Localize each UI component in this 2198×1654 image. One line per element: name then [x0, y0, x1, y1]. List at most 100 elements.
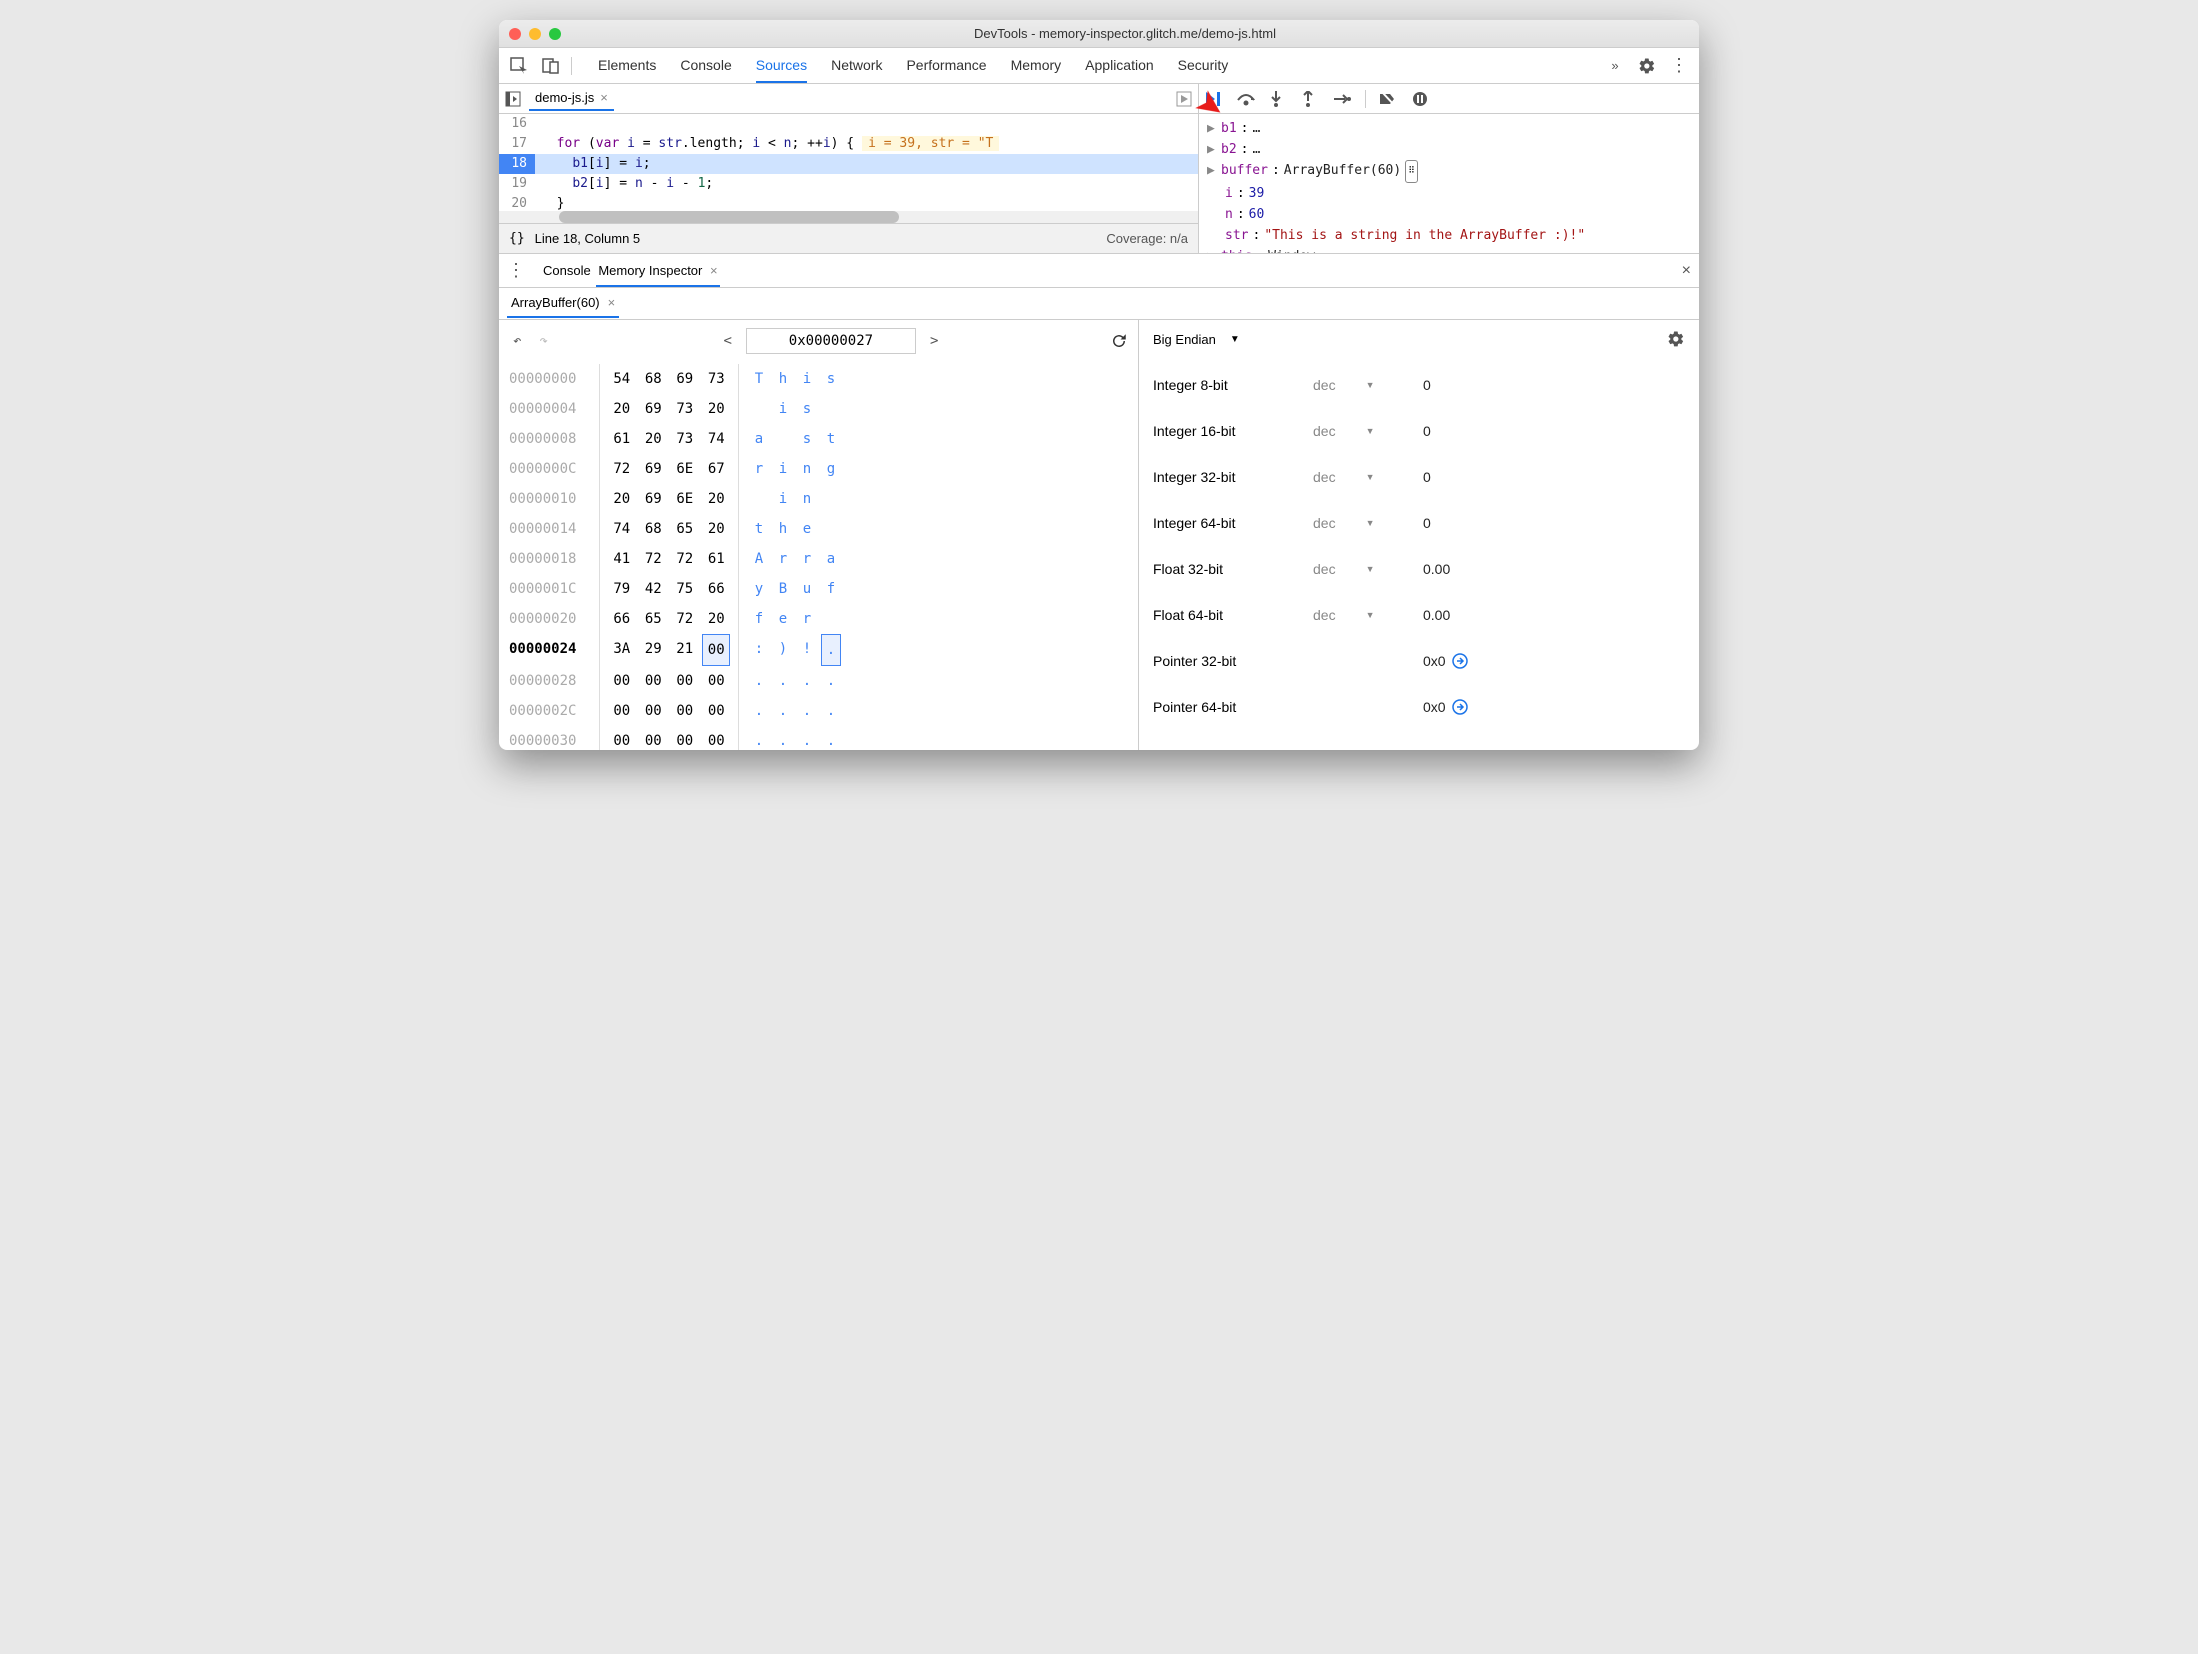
hex-ascii[interactable]: n — [797, 454, 817, 484]
hex-ascii[interactable]: g — [821, 454, 841, 484]
code-line[interactable]: 17 for (var i = str.length; i < n; ++i) … — [499, 134, 1198, 154]
hex-ascii[interactable]: . — [773, 696, 793, 726]
resume-icon[interactable]: ➤ — [1205, 91, 1223, 107]
undo-icon[interactable]: ↶ — [509, 329, 525, 353]
hex-ascii[interactable]: . — [821, 696, 841, 726]
pretty-print-icon[interactable]: {} — [509, 231, 525, 246]
prev-page-icon[interactable]: < — [720, 329, 736, 353]
hex-byte[interactable]: 00 — [608, 726, 636, 750]
hex-byte[interactable]: 72 — [640, 544, 668, 574]
hex-ascii[interactable]: i — [773, 394, 793, 424]
tab-elements[interactable]: Elements — [598, 49, 656, 83]
hex-ascii[interactable]: n — [797, 484, 817, 514]
close-drawer-icon[interactable]: × — [1682, 262, 1691, 280]
hex-byte[interactable]: 61 — [703, 544, 731, 574]
hex-ascii[interactable]: a — [821, 544, 841, 574]
step-icon[interactable] — [1333, 93, 1351, 105]
hex-byte[interactable]: 00 — [703, 696, 731, 726]
zoom-window-icon[interactable] — [549, 28, 561, 40]
scope-row[interactable]: ▶b1: … — [1207, 118, 1691, 139]
hex-byte[interactable]: 20 — [640, 424, 668, 454]
hex-row[interactable]: 0000001841727261Arra — [509, 544, 1128, 574]
hex-byte[interactable]: 00 — [640, 696, 668, 726]
hex-ascii[interactable]: f — [821, 574, 841, 604]
kebab-menu-icon[interactable]: ⋮ — [1667, 54, 1691, 78]
jump-to-address-icon[interactable] — [1452, 699, 1468, 715]
hex-byte[interactable]: 20 — [703, 514, 731, 544]
horizontal-scrollbar[interactable] — [499, 211, 1198, 223]
value-mode-select[interactable]: dec▼ — [1313, 423, 1423, 439]
code-line[interactable]: 18 b1[i] = i; — [499, 154, 1198, 174]
hex-byte[interactable]: 75 — [671, 574, 699, 604]
hex-byte[interactable]: 74 — [703, 424, 731, 454]
drawer-tab-console[interactable]: Console — [541, 256, 593, 285]
hex-byte[interactable]: 00 — [703, 726, 731, 750]
hex-ascii[interactable]: T — [749, 364, 769, 394]
hex-byte[interactable]: 67 — [703, 454, 731, 484]
value-mode-select[interactable]: dec▼ — [1313, 607, 1423, 623]
hex-byte[interactable]: 74 — [608, 514, 636, 544]
tab-network[interactable]: Network — [831, 49, 882, 83]
memory-inspector-tab[interactable]: ArrayBuffer(60) × — [507, 289, 619, 318]
value-mode-select[interactable]: dec▼ — [1313, 561, 1423, 577]
hex-byte[interactable]: 79 — [608, 574, 636, 604]
close-mi-tab-icon[interactable]: × — [608, 295, 616, 310]
hex-ascii[interactable]: . — [749, 666, 769, 696]
hex-row[interactable]: 0000002066657220fer — [509, 604, 1128, 634]
hex-ascii[interactable]: f — [749, 604, 769, 634]
hex-row[interactable]: 0000002800000000.... — [509, 666, 1128, 696]
hex-ascii[interactable]: e — [797, 514, 817, 544]
hex-byte[interactable]: 00 — [671, 726, 699, 750]
hex-byte[interactable]: 72 — [671, 544, 699, 574]
drawer-tab-memory-inspector[interactable]: Memory Inspector × — [596, 256, 719, 287]
hex-byte[interactable]: 69 — [640, 454, 668, 484]
inspect-icon[interactable] — [507, 54, 531, 78]
hex-byte[interactable]: 72 — [671, 604, 699, 634]
device-toggle-icon[interactable] — [539, 54, 563, 78]
hex-ascii[interactable]: r — [749, 454, 769, 484]
close-drawer-tab-icon[interactable]: × — [706, 263, 717, 278]
tab-application[interactable]: Application — [1085, 49, 1154, 83]
hex-ascii[interactable]: . — [773, 726, 793, 750]
hex-ascii[interactable]: i — [773, 454, 793, 484]
close-file-icon[interactable]: × — [600, 90, 608, 105]
hex-byte[interactable]: 00 — [608, 666, 636, 696]
hex-byte[interactable]: 20 — [703, 604, 731, 634]
step-out-icon[interactable] — [1301, 91, 1319, 107]
hex-ascii[interactable]: t — [749, 514, 769, 544]
more-tabs-icon[interactable]: » — [1603, 54, 1627, 78]
hex-ascii[interactable]: y — [749, 574, 769, 604]
hex-byte[interactable]: 41 — [608, 544, 636, 574]
hex-ascii[interactable]: e — [773, 604, 793, 634]
deactivate-breakpoints-icon[interactable] — [1380, 92, 1398, 106]
hex-ascii[interactable]: a — [749, 424, 769, 454]
hex-byte[interactable]: 6E — [671, 454, 699, 484]
hex-byte[interactable]: 6E — [671, 484, 699, 514]
value-settings-icon[interactable] — [1667, 330, 1685, 348]
hex-row[interactable]: 0000001474686520the — [509, 514, 1128, 544]
hex-byte[interactable]: 21 — [671, 634, 698, 666]
hex-byte[interactable]: 68 — [640, 514, 668, 544]
hex-ascii[interactable]: s — [797, 424, 817, 454]
value-mode-select[interactable]: dec▼ — [1313, 377, 1423, 393]
hex-ascii[interactable]: . — [821, 634, 841, 666]
hex-byte[interactable]: 20 — [608, 484, 636, 514]
scope-variables[interactable]: ▶b1: … ▶b2: … ▶buffer: ArrayBuffer(60) ⠿… — [1199, 114, 1699, 253]
hex-row[interactable]: 0000000054686973This — [509, 364, 1128, 394]
hex-byte[interactable]: 69 — [640, 484, 668, 514]
address-input[interactable] — [746, 328, 916, 354]
hex-row[interactable]: 0000000861207374a st — [509, 424, 1128, 454]
hex-byte[interactable]: 00 — [702, 634, 730, 666]
hex-ascii[interactable]: u — [797, 574, 817, 604]
hex-ascii[interactable] — [821, 514, 841, 544]
code-line[interactable]: 16 — [499, 114, 1198, 134]
hex-byte[interactable]: 73 — [671, 424, 699, 454]
tab-console[interactable]: Console — [680, 49, 731, 83]
next-page-icon[interactable]: > — [926, 329, 942, 353]
close-window-icon[interactable] — [509, 28, 521, 40]
hex-byte[interactable]: 65 — [671, 514, 699, 544]
hex-ascii[interactable]: s — [821, 364, 841, 394]
pause-exceptions-icon[interactable] — [1412, 91, 1430, 107]
file-tab[interactable]: demo-js.js × — [529, 86, 614, 111]
tab-performance[interactable]: Performance — [906, 49, 986, 83]
